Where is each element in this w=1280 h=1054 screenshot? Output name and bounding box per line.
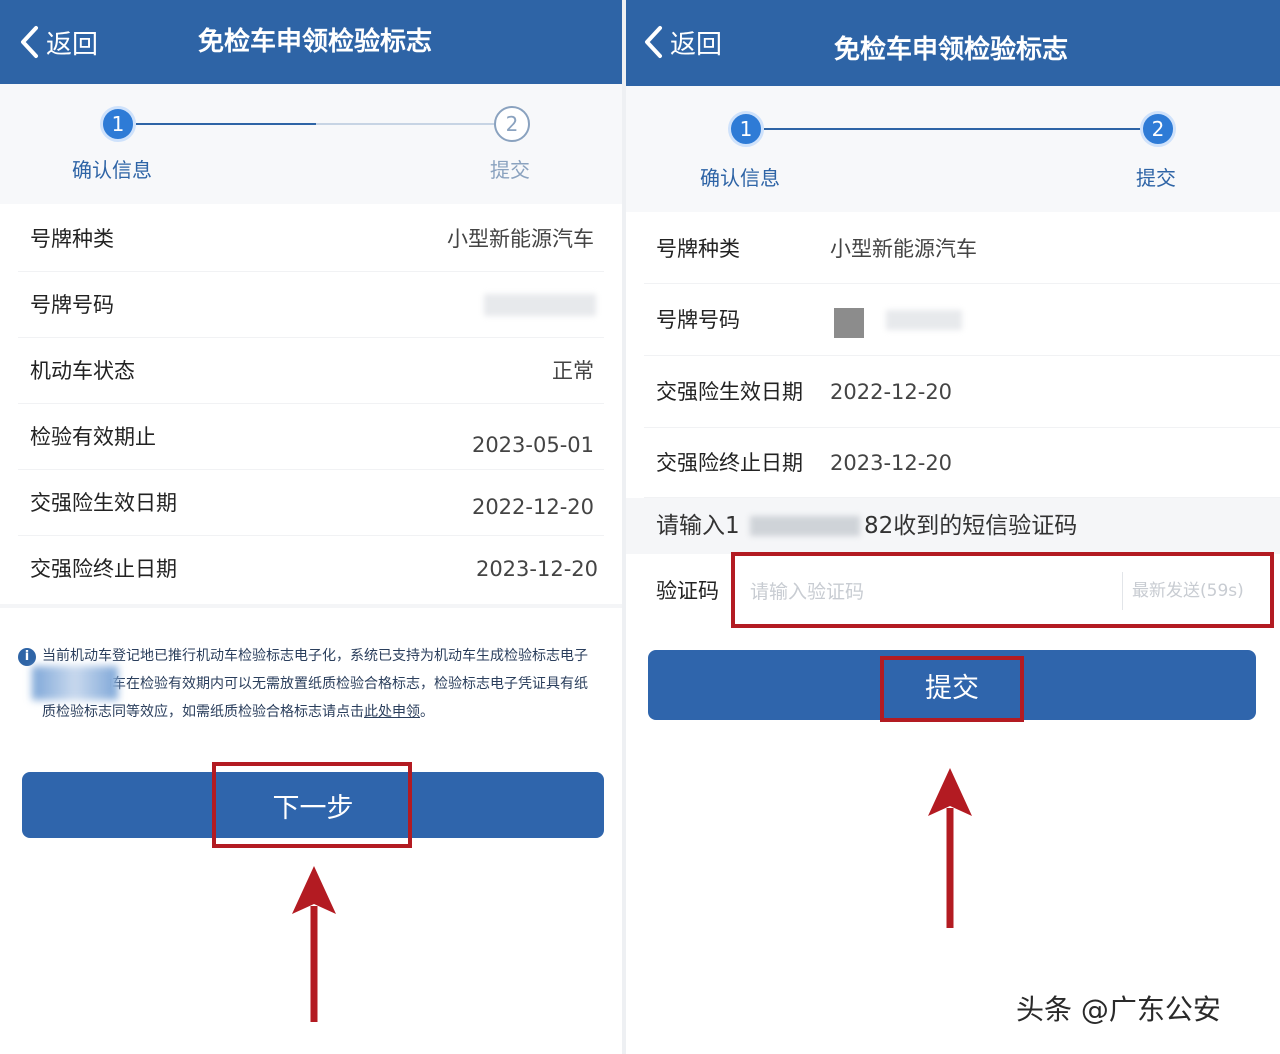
row-label: 机动车状态 <box>30 359 135 383</box>
row-insurance-start: 交强险生效日期 2022-12-20 <box>18 470 604 536</box>
page-title: 免检车申领检验标志 <box>833 35 1068 65</box>
row-label: 号牌号码 <box>30 293 114 317</box>
step-1-label: 确认信息 <box>72 158 152 182</box>
chevron-left-icon <box>645 26 662 58</box>
row-label: 交强险终止日期 <box>656 451 803 475</box>
row-value: 小型新能源汽车 <box>447 227 594 251</box>
row-value: 2023-12-20 <box>475 557 598 581</box>
row-value: 正常 <box>552 359 594 383</box>
redacted-plate <box>484 294 596 316</box>
page-title: 免检车申领检验标志 <box>197 27 432 57</box>
nav-bar: 返回 免检车申领检验标志 <box>626 0 1280 86</box>
row-label: 交强险生效日期 <box>30 491 177 515</box>
row-label: 交强险生效日期 <box>656 380 803 404</box>
back-button[interactable]: 返回 <box>18 18 98 66</box>
row-label: 检验有效期止 <box>30 425 156 449</box>
row-plate-number: 号牌号码 <box>18 272 604 338</box>
watermark: 头条 @广东公安 <box>1016 993 1221 1026</box>
row-label: 号牌种类 <box>30 227 114 251</box>
sms-prompt: 请输入1 82收到的短信验证码 <box>626 498 1280 554</box>
row-plate-type: 号牌种类 小型新能源汽车 <box>18 206 604 272</box>
back-button[interactable]: 返回 <box>642 18 722 66</box>
row-label: 号牌号码 <box>656 308 740 332</box>
chevron-left-icon <box>21 26 38 58</box>
step-1-label: 确认信息 <box>700 166 780 190</box>
row-value: 2023-12-20 <box>830 451 953 475</box>
highlight-box-submit <box>880 656 1024 722</box>
step-1-circle: 1 <box>100 106 136 142</box>
info-icon: i <box>18 648 36 666</box>
redacted-phone <box>750 516 860 536</box>
row-insurance-end: 交强险终止日期 2023-12-20 <box>18 536 604 602</box>
row-value: 2023-05-01 <box>471 433 594 457</box>
back-label: 返回 <box>670 29 723 60</box>
code-label: 验证码 <box>656 579 719 603</box>
redacted-area <box>32 666 118 700</box>
step-2-circle: 2 <box>494 106 530 142</box>
section-divider <box>0 604 622 608</box>
stepper: 1 确认信息 2 提交 <box>626 86 1280 212</box>
up-arrow-icon <box>292 866 336 1022</box>
step-2-label: 提交 <box>490 158 530 182</box>
row-vehicle-status: 机动车状态 正常 <box>18 338 604 404</box>
step-progress-line <box>136 123 316 125</box>
highlight-box <box>212 762 412 848</box>
nav-bar: 返回 免检车申领检验标志 <box>0 0 622 84</box>
sms-prompt-prefix: 请输入1 <box>656 513 740 539</box>
step-2-circle: 2 <box>1140 111 1176 147</box>
up-arrow-icon <box>928 768 972 928</box>
row-value: 2022-12-20 <box>830 380 953 404</box>
row-plate-type: 号牌种类 小型新能源汽车 <box>644 214 1280 284</box>
row-insurance-start: 交强险生效日期 2022-12-20 <box>644 356 1280 428</box>
sms-prompt-suffix: 82收到的短信验证码 <box>864 513 1078 539</box>
step-remaining-line <box>316 123 494 125</box>
row-value: 小型新能源汽车 <box>830 237 977 261</box>
row-insurance-end: 交强险终止日期 2023-12-20 <box>644 428 1280 498</box>
apply-paper-label-link[interactable]: 此处申领 <box>364 704 420 720</box>
left-screen: 返回 免检车申领检验标志 1 确认信息 2 提交 号牌种类 小型新能源汽车 号牌… <box>0 0 622 1054</box>
step-2-label: 提交 <box>1136 166 1176 190</box>
redacted-square <box>834 308 864 338</box>
notice-text: 当前机动车登记地已推行机动车检验标志电子化，系统已支持为机动车生成检验标志电子凭… <box>42 648 588 720</box>
row-inspection-expiry: 检验有效期止 2023-05-01 <box>18 404 604 470</box>
step-1-circle: 1 <box>728 111 764 147</box>
row-label: 交强险终止日期 <box>30 557 177 581</box>
stepper: 1 确认信息 2 提交 <box>0 84 622 204</box>
row-value: 2022-12-20 <box>471 495 594 519</box>
redacted-plate <box>886 310 962 330</box>
highlight-box-code <box>731 552 1274 628</box>
row-plate-number: 号牌号码 <box>644 284 1280 356</box>
step-progress-line <box>764 128 1158 130</box>
back-label: 返回 <box>46 29 99 60</box>
row-label: 号牌种类 <box>656 237 740 261</box>
